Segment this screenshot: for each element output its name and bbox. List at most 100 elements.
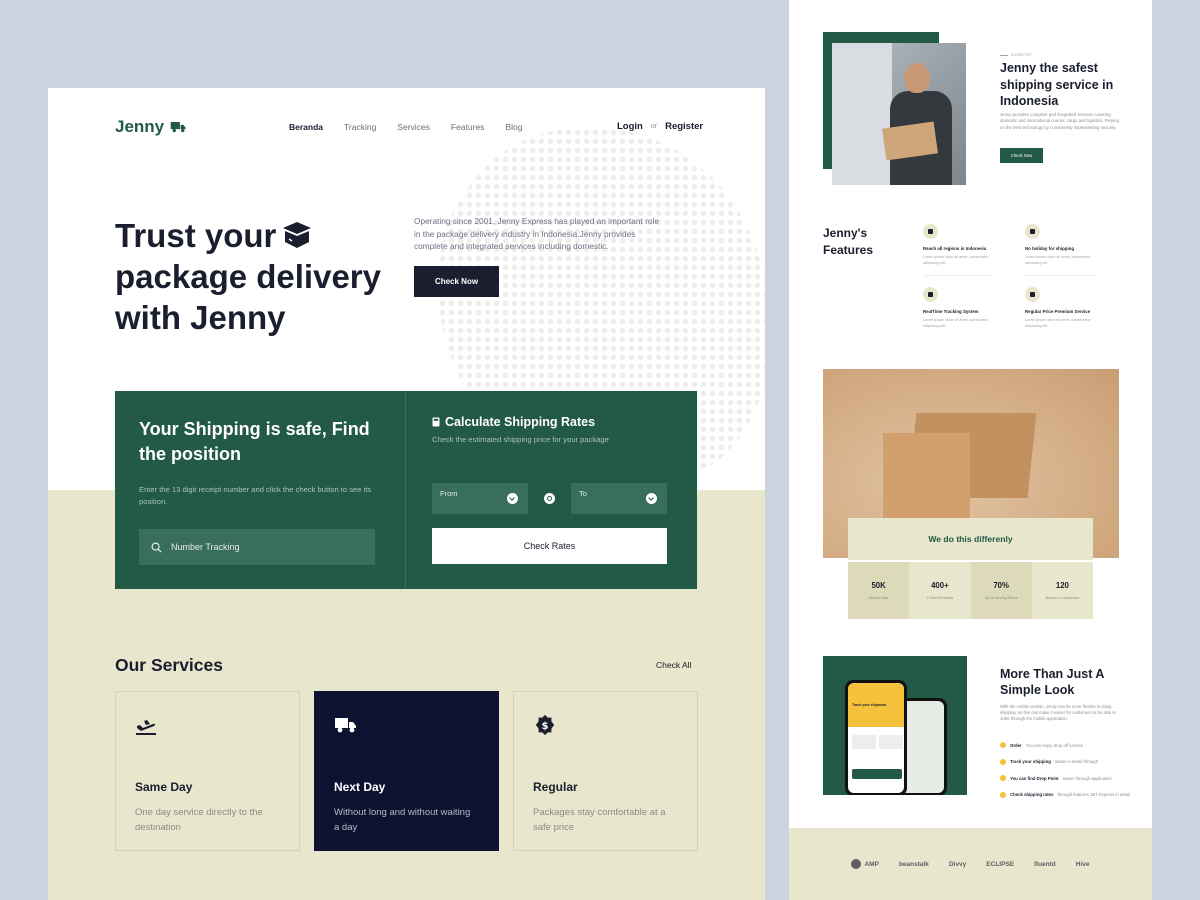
stat-label: Global User bbox=[868, 596, 889, 600]
amp-icon bbox=[851, 859, 862, 869]
check-rates-button[interactable]: Check Rates bbox=[432, 528, 667, 564]
feature-description: Lorem ipsum dolor sit amet, consectetur … bbox=[923, 318, 989, 328]
safest-description: Jenny provides complete and integrated s… bbox=[1000, 112, 1119, 130]
app-description: With the mobile version, Jenny can be mo… bbox=[1000, 704, 1116, 721]
features-title: Jenny's Features bbox=[823, 226, 874, 257]
list-item: You can find Drop Point easier through ap… bbox=[1000, 770, 1130, 787]
register-link[interactable]: Register bbox=[665, 121, 703, 132]
auth-separator: or bbox=[650, 123, 658, 130]
check-all-link[interactable]: Check All bbox=[656, 660, 691, 670]
partner-logo: Divvy bbox=[948, 860, 967, 868]
hero-title-line2: package delivery bbox=[115, 258, 381, 295]
to-label: To bbox=[579, 489, 587, 498]
partner-logo: beanstalk bbox=[898, 860, 929, 868]
calculator-icon bbox=[432, 417, 440, 427]
stat-item: 50K Global User bbox=[848, 562, 910, 619]
bullet-icon bbox=[1000, 758, 1006, 765]
list-item: Track your shipping status in detail thro… bbox=[1000, 754, 1130, 771]
from-select[interactable]: From bbox=[432, 483, 528, 514]
app-title: More Than Just A Simple Look bbox=[1000, 667, 1104, 697]
dollar-icon bbox=[1025, 287, 1040, 302]
nav-item-services[interactable]: Services bbox=[397, 122, 430, 132]
check-now-button[interactable]: Check Now bbox=[414, 266, 499, 297]
shipping-panel: Your Shipping is safe, Find the position… bbox=[115, 391, 697, 589]
phone-header: Track your shipment bbox=[852, 703, 887, 707]
map-icon bbox=[923, 224, 938, 239]
service-title: Same Day bbox=[135, 780, 193, 794]
feature-description: Lorem ipsum dolor sit amet, consectetur … bbox=[1025, 255, 1091, 265]
stat-value: 70% bbox=[993, 581, 1009, 590]
check-now-button-secondary[interactable]: Check Now bbox=[1000, 148, 1043, 163]
rates-subtitle: Check the estimated shipping price for y… bbox=[432, 435, 609, 444]
location-pin-icon bbox=[923, 287, 938, 302]
service-card-next-day[interactable]: Next Day Without long and without waitin… bbox=[314, 691, 499, 851]
rates-section: Calculate Shipping Rates Check the estim… bbox=[406, 391, 697, 589]
app-mockup: Track your shipment bbox=[823, 656, 967, 795]
feature-item: RealTime Tracking System Lorem ipsum dol… bbox=[923, 287, 993, 329]
nav-item-features[interactable]: Features bbox=[451, 122, 485, 132]
partner-logo: ECLIPSE bbox=[986, 860, 1015, 868]
partner-logo: fluentd bbox=[1034, 860, 1056, 868]
main-landing-page: Jenny Beranda Tracking Services Features… bbox=[48, 88, 765, 900]
courier-photo bbox=[832, 43, 966, 185]
partner-logo: Hive bbox=[1075, 860, 1090, 868]
secondary-landing-page: SLIDER TOP Jenny the safest shipping ser… bbox=[789, 0, 1152, 900]
service-card-regular[interactable]: $ Regular Packages stay comfortable at a… bbox=[513, 691, 698, 851]
service-description: Packages stay comfortable at a safe pric… bbox=[533, 807, 666, 833]
brand-logo[interactable]: Jenny bbox=[115, 117, 187, 137]
service-card-same-day[interactable]: Same Day One day service directly to the… bbox=[115, 691, 300, 851]
hero-title: Trust your package delivery with Jenny bbox=[115, 215, 415, 338]
service-description: Without long and without waiting a day bbox=[334, 807, 471, 833]
hero-title-line3: with Jenny bbox=[115, 299, 286, 336]
stat-item: 120 Branch in Indonesia bbox=[1031, 562, 1093, 619]
hero-title-line1: Trust your bbox=[115, 217, 277, 254]
rates-title-text: Calculate Shipping Rates bbox=[445, 415, 596, 429]
feature-description: Lorem ipsum dolor sit amet, consectetur … bbox=[923, 255, 989, 265]
stat-value: 50K bbox=[871, 581, 886, 590]
stat-label: Branch in Indonesia bbox=[1045, 596, 1080, 600]
feature-title: Regular Price Premium Service bbox=[1025, 309, 1091, 314]
partner-logo: AMP bbox=[851, 859, 879, 869]
nav-item-blog[interactable]: Blog bbox=[505, 122, 522, 132]
bullet-icon bbox=[1000, 791, 1006, 798]
stat-item: 70% Up to Saving Rates bbox=[970, 562, 1032, 619]
swap-icon[interactable] bbox=[544, 493, 555, 504]
feature-item: No holiday for shipping Lorem ipsum dolo… bbox=[1025, 224, 1095, 266]
from-label: From bbox=[440, 489, 458, 498]
to-select[interactable]: To bbox=[571, 483, 667, 514]
chevron-down-icon bbox=[507, 493, 518, 504]
tracking-section: Your Shipping is safe, Find the position… bbox=[115, 391, 406, 589]
search-icon bbox=[151, 542, 162, 553]
nav-item-beranda[interactable]: Beranda bbox=[289, 122, 323, 132]
tracking-title: Your Shipping is safe, Find the position bbox=[139, 419, 370, 464]
truck-icon bbox=[335, 718, 356, 733]
tracking-description: Enter the 13 digit receipt number and cl… bbox=[139, 485, 372, 506]
section-tag: SLIDER TOP bbox=[1000, 53, 1032, 57]
services-title: Our Services bbox=[115, 655, 223, 675]
service-description: One day service directly to the destinat… bbox=[135, 807, 263, 833]
tracking-number-input[interactable]: Number Tracking bbox=[139, 529, 375, 565]
brand-name: Jenny bbox=[115, 117, 165, 136]
nav-item-tracking[interactable]: Tracking bbox=[344, 122, 376, 132]
truck-icon bbox=[170, 122, 186, 133]
differently-title: We do this differenly bbox=[848, 518, 1093, 560]
rates-title: Calculate Shipping Rates bbox=[432, 415, 671, 429]
tracking-placeholder: Number Tracking bbox=[171, 542, 240, 552]
app-feature-list: Order You can enjoy drop off service Trac… bbox=[1000, 737, 1130, 803]
stat-label: 5 Start Reviews bbox=[926, 596, 954, 600]
list-item: Order You can enjoy drop off service bbox=[1000, 737, 1130, 754]
service-title: Next Day bbox=[334, 780, 386, 794]
partner-logos: AMP beanstalk Divvy ECLIPSE fluentd Hive bbox=[789, 828, 1152, 900]
login-link[interactable]: Login bbox=[617, 121, 643, 132]
auth-links: Login or Register bbox=[617, 121, 703, 132]
bullet-icon bbox=[1000, 742, 1006, 749]
svg-text:$: $ bbox=[541, 721, 548, 732]
stat-label: Up to Saving Rates bbox=[984, 596, 1018, 600]
phone-front: Track your shipment bbox=[845, 680, 907, 795]
open-box-icon bbox=[283, 222, 312, 248]
feature-description: Lorem ipsum dolor sit amet, consectetur … bbox=[1025, 318, 1091, 328]
feature-item: Regular Price Premium Service Lorem ipsu… bbox=[1025, 287, 1095, 329]
stats-row: 50K Global User 400+ 5 Start Reviews 70% Up… bbox=[848, 562, 1093, 619]
bullet-icon bbox=[1000, 775, 1006, 782]
feature-title: No holiday for shipping bbox=[1025, 246, 1075, 251]
